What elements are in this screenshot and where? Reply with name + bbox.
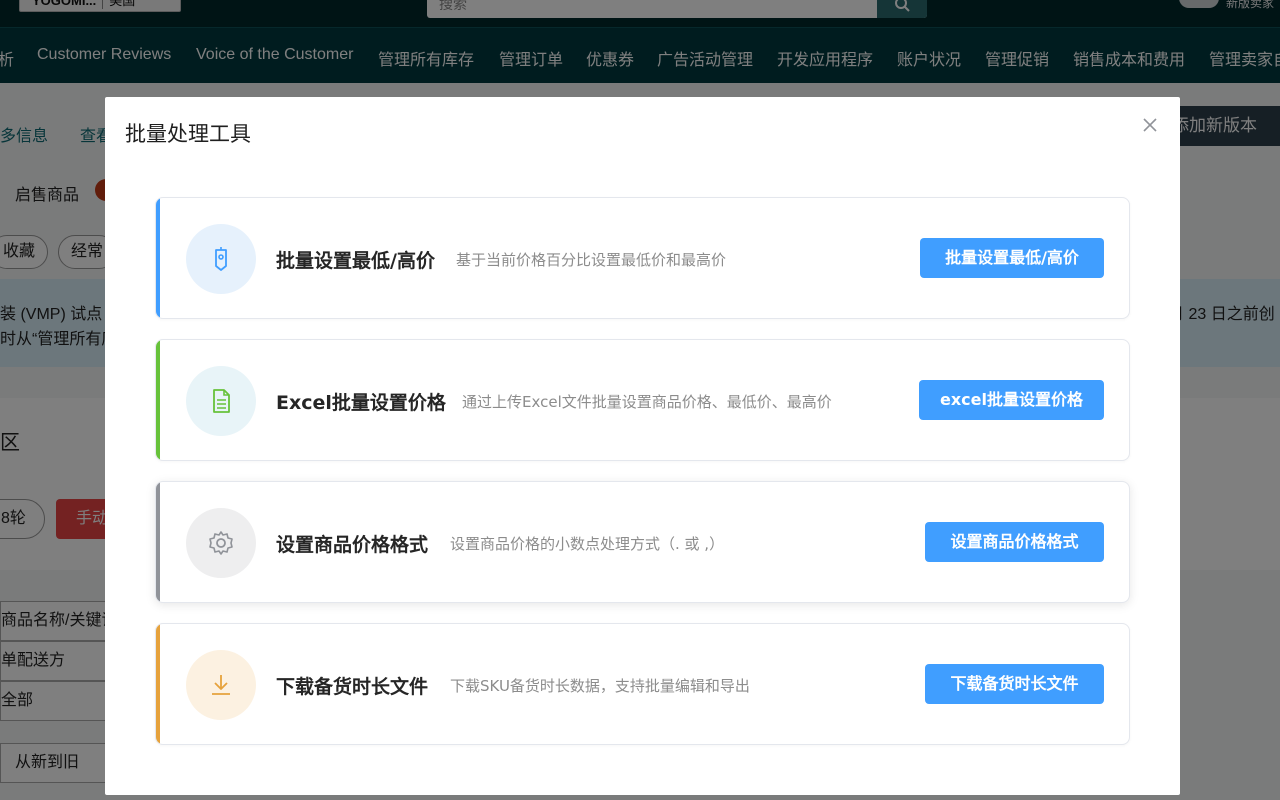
excel-bulk-price-button[interactable]: excel批量设置价格 bbox=[919, 380, 1104, 420]
bulk-min-max-price-button[interactable]: 批量设置最低/高价 bbox=[920, 238, 1104, 278]
close-icon[interactable] bbox=[1140, 115, 1160, 135]
tool-card-handling-time: 下载备货时长文件 下载SKU备货时长数据，支持批量编辑和导出 下载备货时长文件 bbox=[155, 623, 1130, 745]
price-format-button[interactable]: 设置商品价格格式 bbox=[925, 522, 1104, 562]
price-tag-icon bbox=[186, 224, 256, 294]
tool-title: Excel批量设置价格 bbox=[276, 392, 446, 414]
document-icon bbox=[186, 366, 256, 436]
tool-title: 下载备货时长文件 bbox=[276, 676, 429, 698]
tool-description: 设置商品价格的小数点处理方式（. 或 ,） bbox=[450, 535, 725, 553]
download-icon bbox=[186, 650, 256, 720]
tool-card-price-format: 设置商品价格格式 设置商品价格的小数点处理方式（. 或 ,） 设置商品价格格式 bbox=[155, 481, 1130, 603]
bulk-tools-modal: 批量处理工具 批量设置最低/高价 基于当前价格百分比设置最低价和最高价 批量设置… bbox=[105, 97, 1180, 795]
tool-description: 通过上传Excel文件批量设置商品价格、最低价、最高价 bbox=[462, 393, 832, 411]
tool-card-excel-price: Excel批量设置价格 通过上传Excel文件批量设置商品价格、最低价、最高价 … bbox=[155, 339, 1130, 461]
card-accent bbox=[156, 482, 160, 602]
tool-description: 下载SKU备货时长数据，支持批量编辑和导出 bbox=[450, 677, 750, 695]
download-handling-time-button[interactable]: 下载备货时长文件 bbox=[925, 664, 1104, 704]
tool-title: 设置商品价格格式 bbox=[276, 534, 429, 556]
modal-title: 批量处理工具 bbox=[125, 122, 251, 146]
card-accent bbox=[156, 340, 160, 460]
card-accent bbox=[156, 198, 160, 318]
card-accent bbox=[156, 624, 160, 744]
tool-description: 基于当前价格百分比设置最低价和最高价 bbox=[456, 251, 727, 269]
gear-icon bbox=[186, 508, 256, 578]
tool-title: 批量设置最低/高价 bbox=[276, 250, 435, 272]
tool-card-min-max-price: 批量设置最低/高价 基于当前价格百分比设置最低价和最高价 批量设置最低/高价 bbox=[155, 197, 1130, 319]
